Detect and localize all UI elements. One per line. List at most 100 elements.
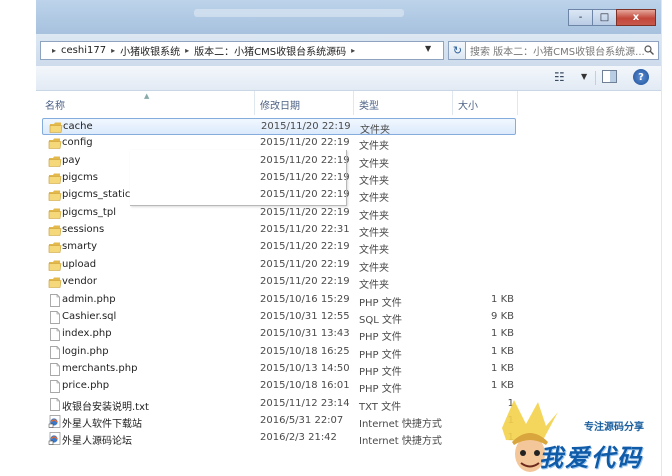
file-row[interactable]: price.php 2015/10/18 16:01 PHP 文件 1 KB — [42, 378, 516, 395]
file-date: 2015/10/31 13:43 — [260, 328, 350, 340]
folder-icon — [48, 225, 62, 236]
file-name: vendor — [62, 276, 97, 288]
file-type: 文件夹 — [359, 210, 389, 222]
crumb-chevron-icon[interactable]: ▸ — [111, 46, 115, 55]
file-type: 文件夹 — [359, 158, 389, 170]
file-row[interactable]: 外星人软件下载站2016/5/31 22:07Internet 快捷方式1 — [42, 413, 516, 430]
file-icon — [50, 363, 60, 376]
folder-icon — [48, 190, 62, 202]
search-input[interactable]: 搜索 版本二：小猪CMS收银台系统源... — [465, 41, 659, 60]
file-row[interactable]: cache 2015/11/20 22:19 文件夹 — [42, 118, 516, 136]
file-icon — [50, 328, 60, 342]
address-dropdown-icon[interactable]: ▼ — [425, 44, 431, 53]
file-type: PHP 文件 — [359, 332, 402, 344]
column-name[interactable]: 名称 — [45, 97, 65, 112]
file-size: 1 KB — [491, 345, 514, 357]
file-icon — [50, 397, 60, 411]
file-row[interactable]: 外星人源码论坛2016/2/3 21:42Internet 快捷方式1 — [42, 430, 516, 447]
column-date[interactable]: 修改日期 — [260, 97, 300, 112]
file-date: 2015/11/20 22:19 — [261, 121, 351, 132]
file-row[interactable]: pigcms_tpl 2015/11/20 22:19 文件夹 — [42, 205, 516, 222]
crumb-chevron-icon[interactable]: ▸ — [185, 46, 189, 55]
minimize-button[interactable]: - — [568, 9, 593, 26]
view-options-icon[interactable]: ☷ — [554, 70, 565, 84]
file-size: 1 KB — [491, 362, 514, 374]
background-left-strip — [0, 0, 36, 476]
file-name: admin.php — [62, 293, 116, 305]
file-name: Cashier.sql — [62, 310, 117, 322]
file-date: 2015/10/18 16:01 — [260, 380, 350, 392]
crumb-chevron-icon[interactable]: ▸ — [351, 46, 355, 55]
breadcrumb-item[interactable]: ceshi177 — [61, 45, 106, 56]
maximize-button[interactable]: □ — [592, 9, 617, 26]
background-right-strip — [661, 0, 672, 476]
folder-icon — [48, 277, 62, 288]
file-row[interactable]: index.php 2015/10/31 13:43 PHP 文件 1 KB — [42, 326, 516, 343]
file-name: 外星人源码论坛 — [62, 436, 132, 448]
close-button[interactable]: x — [616, 9, 656, 26]
file-date: 2015/11/20 22:19 — [260, 206, 350, 218]
address-bar[interactable]: ▸ ceshi177 ▸ 小猪收银系统 ▸ 版本二：小猪CMS收银台系统源码 ▸… — [40, 41, 444, 60]
crumb-chevron-icon[interactable]: ▸ — [52, 46, 56, 55]
title-bar[interactable]: - □ x — [36, 0, 661, 34]
file-type: PHP 文件 — [359, 384, 402, 396]
file-date: 2015/10/13 14:50 — [260, 362, 350, 374]
internet-shortcut-icon — [48, 415, 61, 428]
search-icon[interactable] — [644, 45, 654, 55]
help-icon[interactable]: ? — [633, 69, 649, 85]
watermark-logo: 专注源码分享 我爱代码 — [498, 398, 661, 476]
file-row[interactable]: smarty 2015/11/20 22:19 文件夹 — [42, 239, 516, 256]
file-name: upload — [62, 258, 97, 270]
file-icon — [50, 380, 60, 394]
file-date: 2015/11/20 22:19 — [260, 137, 350, 149]
file-type: Internet 快捷方式 — [359, 418, 442, 430]
file-row[interactable]: Cashier.sql 2015/10/31 12:55 SQL 文件 9 KB — [42, 309, 516, 326]
file-type: 文件夹 — [359, 141, 389, 153]
breadcrumb-item[interactable]: 小猪收银系统 — [120, 43, 180, 58]
file-type: PHP 文件 — [359, 297, 402, 309]
breadcrumb-item[interactable]: 版本二：小猪CMS收银台系统源码 — [194, 43, 346, 58]
file-row[interactable]: vendor 2015/11/20 22:19 文件夹 — [42, 274, 516, 291]
file-name: cache — [63, 121, 93, 132]
file-row[interactable]: admin.php 2015/10/16 15:29 PHP 文件 1 KB — [42, 292, 516, 309]
file-type: 文件夹 — [359, 280, 389, 292]
file-name: login.php — [62, 345, 109, 357]
file-name: pay — [62, 154, 81, 166]
file-type: SQL 文件 — [359, 314, 402, 326]
column-divider[interactable] — [517, 91, 518, 115]
folder-icon — [48, 242, 62, 254]
file-name: merchants.php — [62, 362, 138, 374]
preview-pane-icon[interactable] — [602, 70, 617, 83]
file-row[interactable]: sessions 2015/11/20 22:31 文件夹 — [42, 222, 516, 239]
watermark-slogan: 专注源码分享 — [584, 422, 644, 433]
column-divider[interactable] — [254, 91, 255, 115]
blurred-title — [194, 9, 404, 17]
column-size[interactable]: 大小 — [458, 97, 478, 112]
file-name: pigcms_static — [62, 189, 131, 201]
file-icon — [50, 293, 60, 307]
file-type: 文件夹 — [359, 176, 389, 188]
view-dropdown-icon[interactable]: ▼ — [581, 72, 587, 81]
file-date: 2016/5/31 22:07 — [260, 414, 344, 426]
sort-ascending-icon: ▲ — [144, 92, 150, 100]
file-type: 文件夹 — [359, 193, 389, 205]
file-name: smarty — [62, 241, 98, 253]
column-type[interactable]: 类型 — [359, 97, 379, 112]
file-date: 2015/11/20 22:19 — [260, 258, 350, 270]
column-divider[interactable] — [353, 91, 354, 115]
file-type: PHP 文件 — [359, 349, 402, 361]
file-row[interactable]: login.php 2015/10/18 16:25 PHP 文件 1 KB — [42, 344, 516, 361]
file-size: 1 KB — [491, 328, 514, 340]
file-name: index.php — [62, 328, 112, 340]
column-divider[interactable] — [452, 91, 453, 115]
file-row[interactable]: merchants.php 2015/10/13 14:50 PHP 文件 1 KB — [42, 361, 516, 378]
file-row[interactable]: 收银台安装说明.txt 2015/11/12 23:14 TXT 文件 1 — [42, 396, 516, 413]
file-date: 2015/10/18 16:25 — [260, 345, 350, 357]
file-date: 2015/11/20 22:31 — [260, 224, 350, 236]
file-date: 2015/10/16 15:29 — [260, 293, 350, 305]
file-type: 文件夹 — [359, 228, 389, 240]
file-name: price.php — [62, 380, 110, 392]
address-row: ▸ ceshi177 ▸ 小猪收银系统 ▸ 版本二：小猪CMS收银台系统源码 ▸… — [36, 34, 661, 66]
file-icon — [50, 310, 60, 324]
file-row[interactable]: upload 2015/11/20 22:19 文件夹 — [42, 257, 516, 274]
